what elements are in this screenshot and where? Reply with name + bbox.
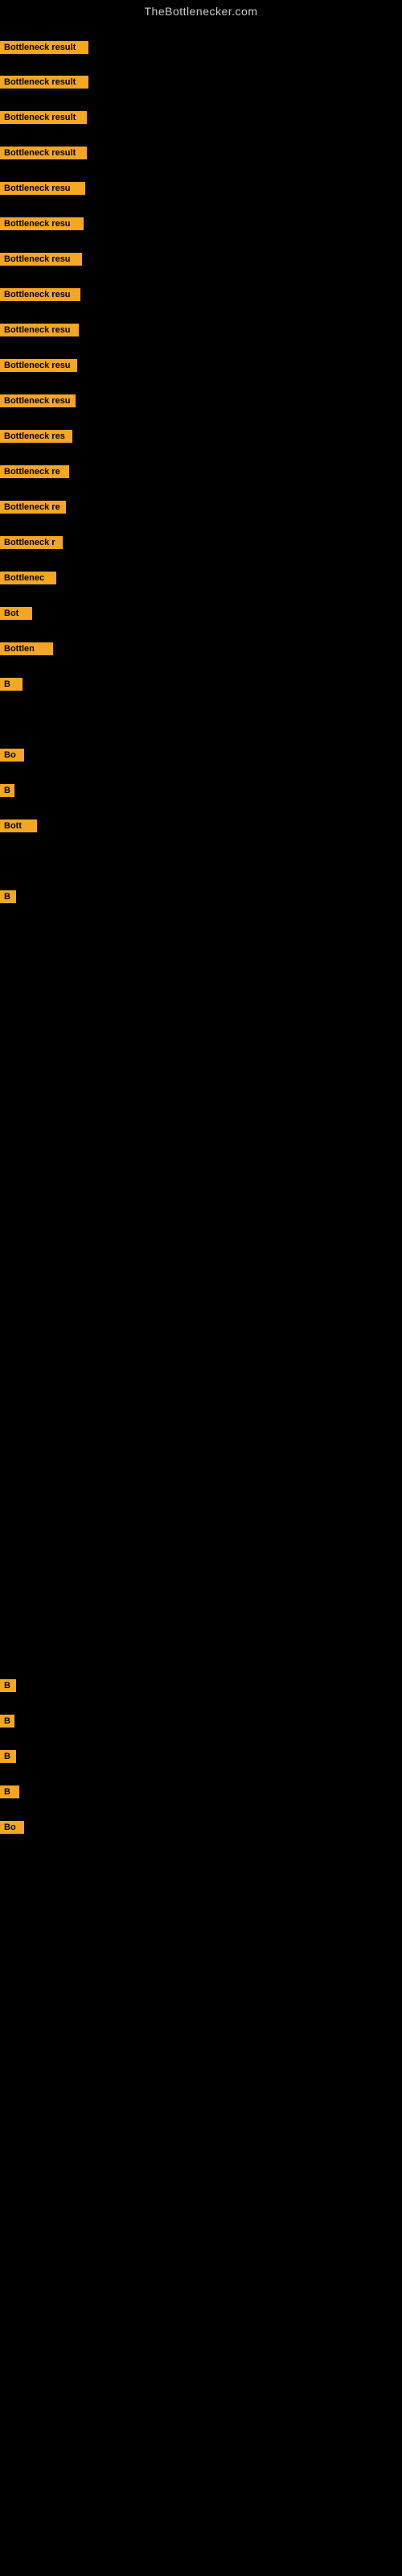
bottleneck-result-badge: Bottleneck result	[0, 147, 87, 159]
bottleneck-result-badge: Bottleneck result	[0, 41, 88, 54]
bottleneck-result-badge: Bottleneck re	[0, 501, 66, 514]
bottleneck-result-badge: B	[0, 1715, 14, 1728]
bottleneck-result-badge: B	[0, 1785, 19, 1798]
bottleneck-result-badge: Bo	[0, 1821, 24, 1834]
bottleneck-result-badge: Bottleneck resu	[0, 253, 82, 266]
site-title: TheBottlenecker.com	[0, 0, 402, 21]
bottleneck-result-badge: B	[0, 890, 16, 903]
bottleneck-result-badge: Bo	[0, 749, 24, 762]
bottleneck-result-badge: Bottleneck resu	[0, 288, 80, 301]
bottleneck-result-badge: Bottlenec	[0, 572, 56, 584]
bottleneck-result-badge: B	[0, 1679, 16, 1692]
bottleneck-result-badge: Bott	[0, 819, 37, 832]
bottleneck-result-badge: Bottleneck resu	[0, 324, 79, 336]
bottleneck-result-badge: Bottleneck re	[0, 465, 69, 478]
bottleneck-result-badge: B	[0, 1750, 16, 1763]
bottleneck-result-badge: Bottleneck resu	[0, 217, 84, 230]
bottleneck-result-badge: Bottleneck resu	[0, 182, 85, 195]
bottleneck-result-badge: Bottlen	[0, 642, 53, 655]
bottleneck-result-badge: Bottleneck result	[0, 76, 88, 89]
bottleneck-result-badge: Bottleneck result	[0, 111, 87, 124]
bottleneck-result-badge: Bottleneck resu	[0, 359, 77, 372]
bottleneck-result-badge: Bot	[0, 607, 32, 620]
bottleneck-result-badge: B	[0, 784, 14, 797]
bottleneck-result-badge: B	[0, 678, 23, 691]
bottleneck-result-badge: Bottleneck resu	[0, 394, 76, 407]
bottleneck-result-badge: Bottleneck res	[0, 430, 72, 443]
bottleneck-result-badge: Bottleneck r	[0, 536, 63, 549]
